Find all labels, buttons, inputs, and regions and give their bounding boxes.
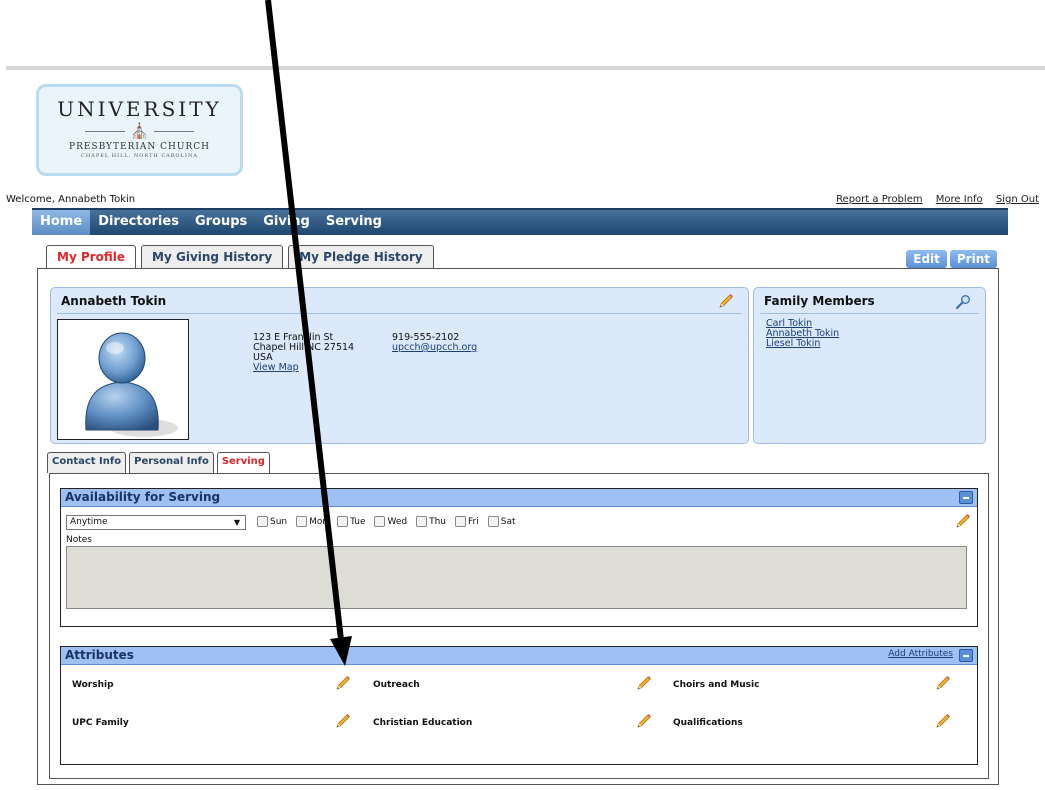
add-attributes-link[interactable]: Add Attributes [888,649,953,659]
tab-my-profile[interactable]: My Profile [46,245,137,269]
nav-giving[interactable]: Giving [255,210,318,235]
day-mon[interactable]: Mon [296,516,328,527]
edit-upc-family-pencil-icon[interactable] [335,713,351,729]
day-checkbox[interactable] [257,516,268,527]
logo-emblem: ⛪ [39,123,240,139]
day-wed[interactable]: Wed [374,516,407,527]
tab-serving[interactable]: Serving [216,452,270,473]
print-button[interactable]: Print [949,250,997,268]
availability-selected-value: Anytime [70,517,108,527]
edit-christian-education-pencil-icon[interactable] [636,713,652,729]
edit-button[interactable]: Edit [906,250,947,268]
day-checkbox[interactable] [416,516,428,527]
edit-qualifications-pencil-icon[interactable] [935,713,951,729]
day-thu[interactable]: Thu [416,516,446,527]
day-checkbox[interactable] [487,516,499,527]
attributes-header: Attributes Add Attributes [61,647,977,665]
view-map-link[interactable]: View Map [253,362,299,373]
main-nav: Home Directories Groups Giving Serving [32,208,1008,235]
availability-days: Sun Mon Tue Wed Thu Fri Sat [257,516,525,527]
nav-directories[interactable]: Directories [90,210,187,235]
attribute-upc-family: UPC Family [72,718,129,728]
family-members-card: Family Members Carl Tokin Annabeth Tokin… [753,287,986,444]
edit-worship-pencil-icon[interactable] [335,675,351,691]
tab-my-pledge-history[interactable]: My Pledge History [288,245,434,269]
day-sat[interactable]: Sat [487,516,516,527]
email-link[interactable]: upcch@upcch.org [392,342,477,353]
nav-home[interactable]: Home [32,210,91,235]
serving-panel: Availability for Serving Anytime ▼ Sun M… [49,473,989,779]
sign-out-link[interactable]: Sign Out [996,194,1039,205]
nav-serving[interactable]: Serving [318,210,390,235]
attribute-qualifications: Qualifications [673,718,743,728]
availability-header: Availability for Serving [61,489,977,507]
attributes-section: Attributes Add Attributes Worship Outrea… [60,646,978,765]
day-fri[interactable]: Fri [455,516,479,527]
edit-choirs-pencil-icon[interactable] [935,675,951,691]
top-divider [6,66,1045,70]
profile-tabs: My Profile My Giving History My Pledge H… [46,245,439,269]
church-logo[interactable]: UNIVERSITY ⛪ PRESBYTERIAN CHURCH CHAPEL … [36,84,243,176]
day-checkbox[interactable] [296,516,308,527]
notes-textarea[interactable] [66,546,967,609]
edit-outreach-pencil-icon[interactable] [636,675,652,691]
nav-groups[interactable]: Groups [187,210,255,235]
day-checkbox[interactable] [337,516,349,527]
notes-label: Notes [66,535,92,545]
welcome-text: Welcome, Annabeth Tokin [6,194,136,205]
availability-section: Availability for Serving Anytime ▼ Sun M… [60,488,978,627]
availability-select[interactable]: Anytime ▼ [66,515,246,530]
search-family-icon[interactable] [955,294,971,310]
collapse-availability-button[interactable] [959,491,973,504]
day-checkbox[interactable] [455,516,467,527]
attributes-title: Attributes [65,648,134,662]
day-sun[interactable]: Sun [257,516,287,527]
family-members-list: Carl Tokin Annabeth Tokin Liesel Tokin [766,319,839,349]
address-block: 123 E Franklin St Chapel Hill NC 27514 U… [253,333,354,373]
availability-title: Availability for Serving [65,490,221,504]
tab-contact-info[interactable]: Contact Info [47,452,127,473]
attribute-choirs-and-music: Choirs and Music [673,680,760,690]
contact-block: 919-555-2102 upcch@upcch.org [392,333,477,353]
avatar[interactable] [57,319,189,440]
profile-name: Annabeth Tokin [61,294,167,308]
attribute-worship: Worship [72,680,114,690]
dropdown-arrow-icon: ▼ [233,518,240,527]
profile-actions: Edit Print [906,250,997,268]
day-tue[interactable]: Tue [337,516,365,527]
edit-profile-pencil-icon[interactable] [718,293,734,309]
profile-card: Annabeth Tokin 123 E Franklin St Chapel … [50,287,749,444]
family-member-link[interactable]: Liesel Tokin [766,338,820,349]
day-checkbox[interactable] [374,516,386,527]
attribute-outreach: Outreach [373,680,420,690]
logo-subtitle: PRESBYTERIAN CHURCH [69,142,210,152]
logo-location: CHAPEL HILL, NORTH CAROLINA [81,153,198,159]
tab-my-giving-history[interactable]: My Giving History [141,245,284,269]
church-icon: ⛪ [130,122,149,140]
family-members-title: Family Members [764,294,875,308]
edit-availability-pencil-icon[interactable] [955,513,971,529]
collapse-attributes-button[interactable] [959,649,973,662]
tab-personal-info[interactable]: Personal Info [129,452,214,473]
more-info-link[interactable]: More Info [936,194,983,205]
profile-panel: Annabeth Tokin 123 E Franklin St Chapel … [37,268,999,785]
attribute-christian-education: Christian Education [373,718,473,728]
profile-subtabs: Contact Info Personal Info Serving [47,452,273,473]
logo-title: UNIVERSITY [57,97,222,121]
utility-links: Report a Problem More Info Sign Out [826,194,1039,205]
report-problem-link[interactable]: Report a Problem [836,194,923,205]
person-silhouette-icon [85,332,178,437]
